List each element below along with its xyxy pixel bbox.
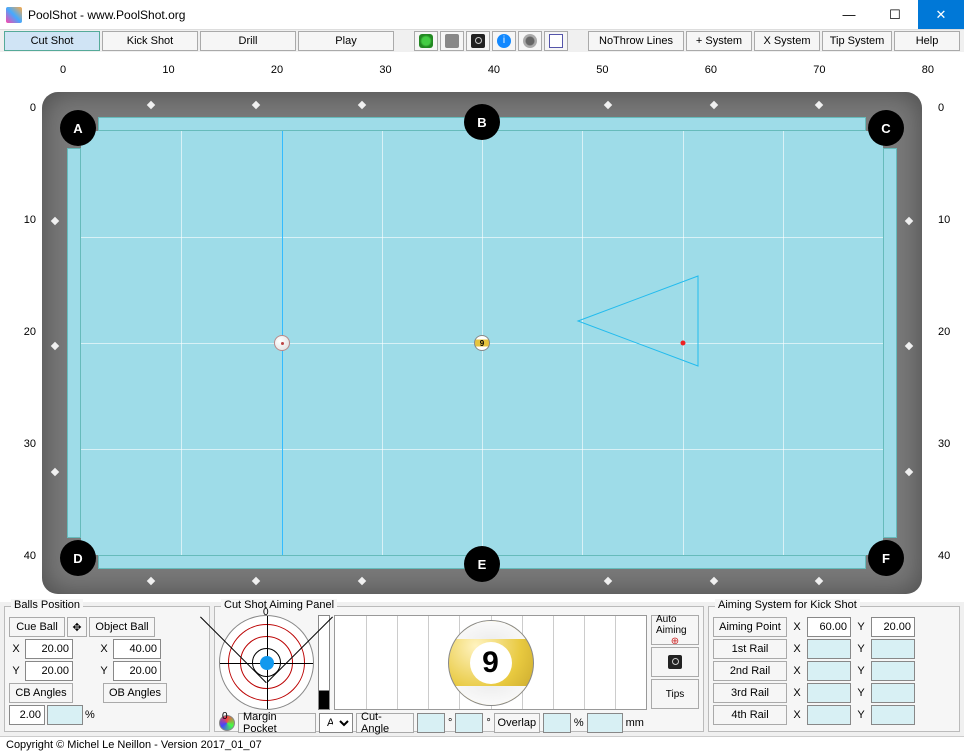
status-bar: Copyright © Michel Le Neillon - Version … bbox=[0, 736, 964, 756]
english-target[interactable] bbox=[219, 615, 314, 710]
pocket-b[interactable]: B bbox=[464, 104, 500, 140]
rail-right bbox=[883, 148, 897, 538]
auto-aiming-button[interactable]: Auto Aiming⊕ bbox=[651, 615, 699, 645]
overlap-mm-input[interactable] bbox=[587, 713, 623, 733]
rail2-y[interactable] bbox=[871, 661, 915, 681]
ruler-left: 010203040 bbox=[16, 102, 36, 562]
pocket-d[interactable]: D bbox=[60, 540, 96, 576]
rail-left bbox=[67, 148, 81, 538]
overlap-label: Overlap bbox=[494, 713, 540, 733]
drill-button[interactable]: Drill bbox=[200, 31, 296, 51]
help-button[interactable]: Help bbox=[894, 31, 960, 51]
minimize-button[interactable]: — bbox=[826, 0, 872, 29]
rail4-x[interactable] bbox=[807, 705, 851, 725]
cut-angle-1-input[interactable] bbox=[417, 713, 445, 733]
cue-ball[interactable] bbox=[274, 335, 290, 351]
rail1-y[interactable] bbox=[871, 639, 915, 659]
main-toolbar: Cut Shot Kick Shot Drill Play i NoThrow … bbox=[0, 30, 964, 52]
x-system-button[interactable]: X System bbox=[754, 31, 820, 51]
kick-shot-button[interactable]: Kick Shot bbox=[102, 31, 198, 51]
cb-angles-button[interactable]: CB Angles bbox=[9, 683, 73, 703]
angle-pct-input[interactable] bbox=[47, 705, 83, 725]
rail-4-button[interactable]: 4th Rail bbox=[713, 705, 787, 725]
title-bar: PoolShot - www.PoolShot.org — ☐ ✕ bbox=[0, 0, 964, 30]
y-label: Y bbox=[9, 665, 23, 677]
play-button[interactable]: Play bbox=[298, 31, 394, 51]
plus-system-button[interactable]: + System bbox=[686, 31, 752, 51]
angle-input[interactable] bbox=[9, 705, 45, 725]
info-icon[interactable]: i bbox=[492, 31, 516, 51]
pocket-select[interactable]: A bbox=[319, 713, 353, 733]
pocket-a[interactable]: A bbox=[60, 110, 96, 146]
tip-system-button[interactable]: Tip System bbox=[822, 31, 892, 51]
cut-shot-button[interactable]: Cut Shot bbox=[4, 31, 100, 51]
move-icon[interactable]: ✥ bbox=[67, 617, 87, 637]
rail-3-button[interactable]: 3rd Rail bbox=[713, 683, 787, 703]
cue-y-input[interactable] bbox=[25, 661, 73, 681]
aim-triangle bbox=[578, 271, 787, 415]
kick-panel-title: Aiming System for Kick Shot bbox=[715, 599, 860, 611]
app-icon bbox=[6, 7, 22, 23]
obj-x-input[interactable] bbox=[113, 639, 161, 659]
camera-icon bbox=[668, 655, 682, 669]
rail3-y[interactable] bbox=[871, 683, 915, 703]
x-label: X bbox=[9, 643, 23, 655]
camera-icon[interactable] bbox=[466, 31, 490, 51]
aim-panel-title: Cut Shot Aiming Panel bbox=[221, 599, 337, 611]
target-icon: ⊕ bbox=[671, 636, 679, 647]
nothrow-lines-button[interactable]: NoThrow Lines bbox=[588, 31, 684, 51]
rail-2-button[interactable]: 2nd Rail bbox=[713, 661, 787, 681]
pocket-c[interactable]: C bbox=[868, 110, 904, 146]
cue-ball-button[interactable]: Cue Ball bbox=[9, 617, 65, 637]
balls-position-title: Balls Position bbox=[11, 599, 83, 611]
obj-y-input[interactable] bbox=[113, 661, 161, 681]
rail1-x[interactable] bbox=[807, 639, 851, 659]
table-area: 01020304050607080 010203040 010203040 9 bbox=[0, 52, 964, 602]
tips-button[interactable]: Tips bbox=[651, 679, 699, 709]
overlap-display: 9 bbox=[334, 615, 647, 710]
cue-x-input[interactable] bbox=[25, 639, 73, 659]
maximize-button[interactable]: ☐ bbox=[872, 0, 918, 29]
print-icon[interactable] bbox=[440, 31, 464, 51]
english-center-dot bbox=[260, 656, 274, 670]
rail2-x[interactable] bbox=[807, 661, 851, 681]
ob-angles-button[interactable]: OB Angles bbox=[103, 683, 167, 703]
rail3-x[interactable] bbox=[807, 683, 851, 703]
rail-1-button[interactable]: 1st Rail bbox=[713, 639, 787, 659]
rail4-y[interactable] bbox=[871, 705, 915, 725]
pool-table[interactable]: 9 A B C D E F bbox=[42, 92, 922, 594]
object-ball-button[interactable]: Object Ball bbox=[89, 617, 155, 637]
big-nine-ball: 9 bbox=[448, 620, 534, 706]
ap-x-input[interactable] bbox=[807, 617, 851, 637]
cut-angle-2-input[interactable] bbox=[455, 713, 483, 733]
balls-position-panel: Balls Position Cue Ball ✥ Object Ball X … bbox=[4, 606, 210, 732]
ruler-top: 01020304050607080 bbox=[60, 64, 934, 76]
cut-shot-aiming-panel: Cut Shot Aiming Panel 0 0 bbox=[214, 606, 704, 732]
settings-icon[interactable] bbox=[518, 31, 542, 51]
ruler-right: 010203040 bbox=[938, 102, 958, 562]
ap-y-input[interactable] bbox=[871, 617, 915, 637]
overlap-pct-input[interactable] bbox=[543, 713, 571, 733]
margin-pocket-button[interactable]: Margin Pocket bbox=[238, 713, 316, 733]
bottom-panels: Balls Position Cue Ball ✥ Object Ball X … bbox=[0, 602, 964, 736]
pocket-f[interactable]: F bbox=[868, 540, 904, 576]
window-title: PoolShot - www.PoolShot.org bbox=[28, 8, 826, 22]
table-felt[interactable]: 9 bbox=[81, 131, 883, 555]
aiming-point-button[interactable]: Aiming Point bbox=[713, 617, 787, 637]
kick-shot-panel: Aiming System for Kick Shot Aiming Point… bbox=[708, 606, 960, 732]
object-ball-9[interactable]: 9 bbox=[474, 335, 490, 351]
close-button[interactable]: ✕ bbox=[918, 0, 964, 29]
cut-angle-label: Cut-Angle bbox=[356, 713, 414, 733]
pocket-e[interactable]: E bbox=[464, 546, 500, 582]
power-icon[interactable] bbox=[414, 31, 438, 51]
doc-icon[interactable] bbox=[544, 31, 568, 51]
camera-button[interactable] bbox=[651, 647, 699, 677]
